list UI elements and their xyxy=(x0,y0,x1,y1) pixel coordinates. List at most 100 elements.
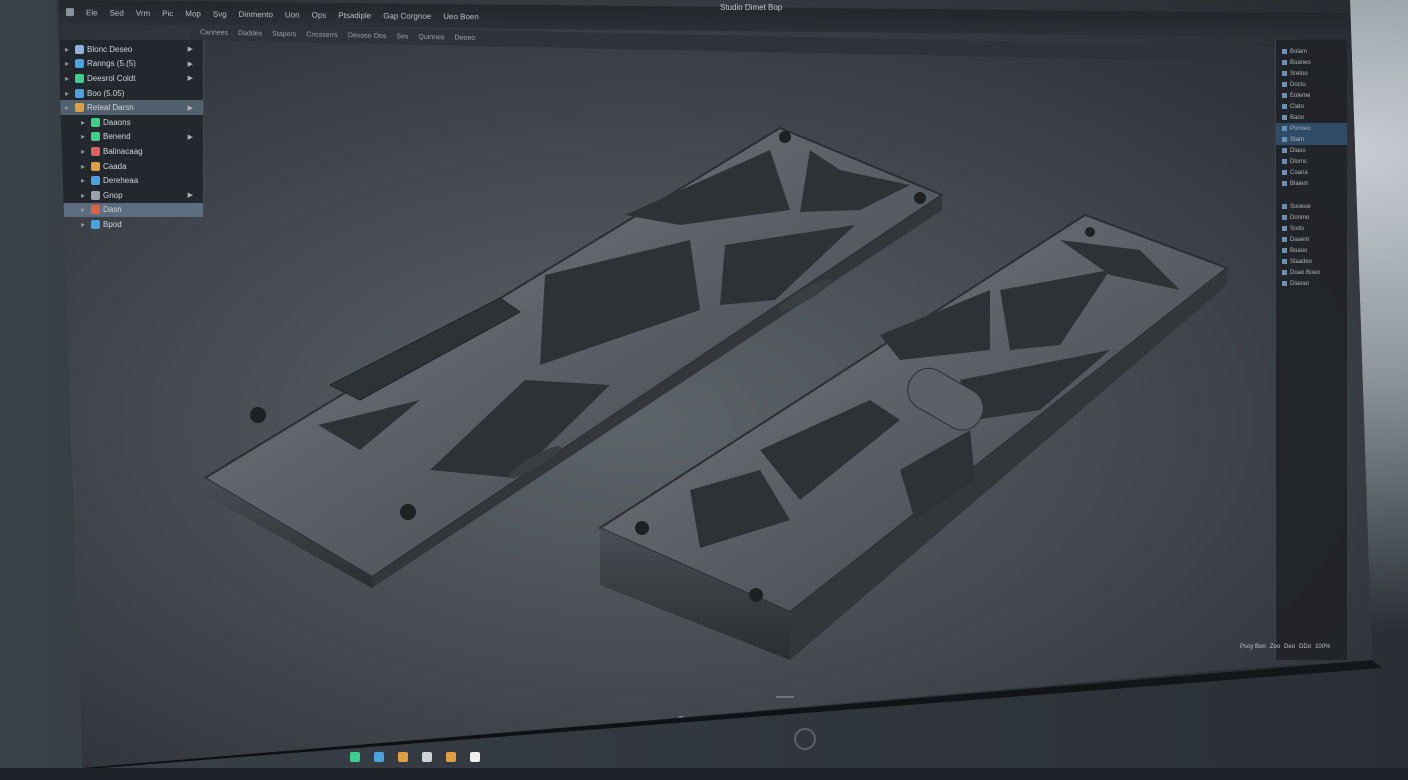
panel-row[interactable]: Eoleme xyxy=(1276,90,1347,101)
tree-item[interactable]: ▸ Balinacaag xyxy=(60,144,203,159)
menu-item[interactable]: Mop xyxy=(185,9,201,18)
toolbar-item[interactable]: Devoso Oos xyxy=(348,32,387,40)
expand-icon[interactable]: ▸ xyxy=(78,220,88,229)
toolbar-item[interactable]: Quinnes xyxy=(418,33,444,41)
menu-item[interactable]: Ops xyxy=(312,10,327,19)
feature-icon xyxy=(75,59,84,69)
expand-icon[interactable]: ▸ xyxy=(62,103,72,112)
panel-row[interactable]: Dlomc xyxy=(1276,156,1347,167)
expand-icon[interactable]: ▸ xyxy=(78,118,88,127)
toolbar-item[interactable]: Cncsserrs xyxy=(306,31,338,39)
toolbar-item[interactable]: Stapers xyxy=(272,30,296,38)
feature-icon xyxy=(91,219,100,229)
app-icon[interactable] xyxy=(66,8,74,17)
panel-row[interactable]: Slaadeo xyxy=(1276,256,1347,267)
toolbar-item[interactable]: Ses xyxy=(396,33,408,40)
panel-row[interactable]: Bolam xyxy=(1276,46,1347,57)
tree-item-label: Benend xyxy=(103,132,131,142)
panel-row-label: Eoleme xyxy=(1290,92,1311,99)
taskbar-app-icon[interactable] xyxy=(470,752,480,762)
taskbar-app-icon[interactable] xyxy=(374,752,384,762)
dock-app-icon[interactable] xyxy=(766,716,777,727)
properties-panel: Bolam Boaneo Sretoo Doctu Eoleme Clato Baoo Pon… xyxy=(1275,40,1347,660)
menu-item[interactable]: Ele xyxy=(86,8,98,17)
item-icon xyxy=(1282,170,1287,175)
item-icon xyxy=(1282,71,1287,76)
expand-icon[interactable]: ▸ xyxy=(78,132,88,141)
feature-icon xyxy=(91,176,100,186)
menu-item[interactable]: Ptsadiple xyxy=(338,10,371,19)
tree-item-label: Ranngs (5.(5) xyxy=(87,59,136,69)
expand-icon[interactable]: ▸ xyxy=(78,162,88,171)
toolbar-item[interactable]: Cannees xyxy=(200,29,228,37)
tree-item[interactable]: ▸ Caada xyxy=(60,159,203,174)
tree-item-label: Caada xyxy=(103,161,127,171)
menu-item[interactable]: Dinmento xyxy=(239,9,273,18)
item-icon xyxy=(1282,60,1287,65)
tree-item[interactable]: ▸ Ranngs (5.(5) ▶ xyxy=(60,57,203,72)
panel-row[interactable]: Boaoo xyxy=(1276,245,1347,256)
taskbar-app-icon[interactable] xyxy=(350,752,360,762)
tree-item[interactable]: ▸ Gnop ▶ xyxy=(60,188,203,203)
expand-icon[interactable]: ▸ xyxy=(62,59,72,68)
item-icon xyxy=(1282,226,1287,231)
toolbar-item[interactable]: Daddes xyxy=(238,30,262,38)
tree-item[interactable]: ▸ Reteal Darsn ▶ xyxy=(60,100,203,115)
tree-item[interactable]: ▸ Benend ▶ xyxy=(60,130,203,145)
panel-row[interactable]: Donmo xyxy=(1276,212,1347,223)
tree-item[interactable]: ▸ Daaons xyxy=(60,115,203,130)
expand-icon[interactable]: ▸ xyxy=(78,205,88,214)
panel-row[interactable]: Clato xyxy=(1276,101,1347,112)
tree-item[interactable]: ▸ Dasn xyxy=(60,202,203,218)
panel-row[interactable]: Doctu xyxy=(1276,79,1347,90)
menu-item[interactable]: Pic xyxy=(162,9,173,18)
menu-item[interactable]: Ueo Boen xyxy=(443,12,479,21)
power-indicator xyxy=(776,696,794,698)
taskbar-app-icon[interactable] xyxy=(446,752,456,762)
panel-row[interactable]: Daaem xyxy=(1276,234,1347,245)
expand-icon[interactable]: ▸ xyxy=(62,74,72,83)
item-icon xyxy=(1282,148,1287,153)
menu-item[interactable]: Sed xyxy=(110,8,124,17)
taskbar-app-icon[interactable] xyxy=(398,752,408,762)
expand-icon[interactable]: ▸ xyxy=(78,176,88,185)
dock-app-icon[interactable] xyxy=(748,716,759,727)
panel-row[interactable]: Sodo xyxy=(1276,223,1347,234)
expand-icon[interactable]: ▸ xyxy=(62,45,72,54)
panel-row[interactable]: Boaneo xyxy=(1276,57,1347,68)
item-icon xyxy=(1282,126,1287,131)
panel-row[interactable]: Baoo xyxy=(1276,112,1347,123)
menu-item[interactable]: Svg xyxy=(213,9,227,18)
expand-icon[interactable]: ▸ xyxy=(78,147,88,156)
item-icon xyxy=(1282,49,1287,54)
expand-icon[interactable]: ▸ xyxy=(62,89,72,98)
tree-item[interactable]: ▸ Boo (5.05) xyxy=(60,86,203,101)
panel-row[interactable]: Stam xyxy=(1276,134,1347,145)
panel-row[interactable]: Dlaoao xyxy=(1276,278,1347,289)
submenu-arrow-icon: ▶ xyxy=(187,192,193,200)
tree-item-label: Blonc Deseo xyxy=(87,44,133,54)
menu-item[interactable]: Vrm xyxy=(136,8,150,17)
tree-item[interactable]: ▸ Blonc Deseo ▶ xyxy=(60,42,203,57)
expand-icon[interactable]: ▸ xyxy=(78,191,88,200)
panel-row[interactable]: Dlaoo xyxy=(1276,145,1347,156)
panel-row[interactable]: Sooeoe xyxy=(1276,201,1347,212)
tree-item[interactable]: ▸ Deesrol Coldt ▶ xyxy=(60,71,203,86)
taskbar-app-icon[interactable] xyxy=(422,752,432,762)
tree-item[interactable]: ▸ Bpod xyxy=(60,217,203,232)
panel-row[interactable]: Blaiem xyxy=(1276,178,1347,189)
panel-row-label: Ponneo xyxy=(1290,125,1311,132)
panel-row[interactable]: Doao Boeo xyxy=(1276,267,1347,278)
panel-row[interactable]: Coana xyxy=(1276,167,1347,178)
tree-item-label: Bpod xyxy=(103,219,122,229)
monitor: Ele Sed Vrm Pic Mop Svg Dinmento Uon Ops… xyxy=(0,0,1408,768)
toolbar-item[interactable]: Deoeo xyxy=(454,34,475,41)
tree-item[interactable]: ▸ Dereheaa xyxy=(60,173,203,188)
panel-row[interactable]: Sretoo xyxy=(1276,68,1347,79)
panel-row[interactable]: Ponneo xyxy=(1276,123,1347,134)
menu-item[interactable]: Gap Corgnoe xyxy=(383,11,431,21)
item-icon xyxy=(1282,204,1287,209)
menu-item[interactable]: Uon xyxy=(285,10,300,19)
item-icon xyxy=(1282,248,1287,253)
3d-viewport[interactable] xyxy=(57,0,1372,768)
